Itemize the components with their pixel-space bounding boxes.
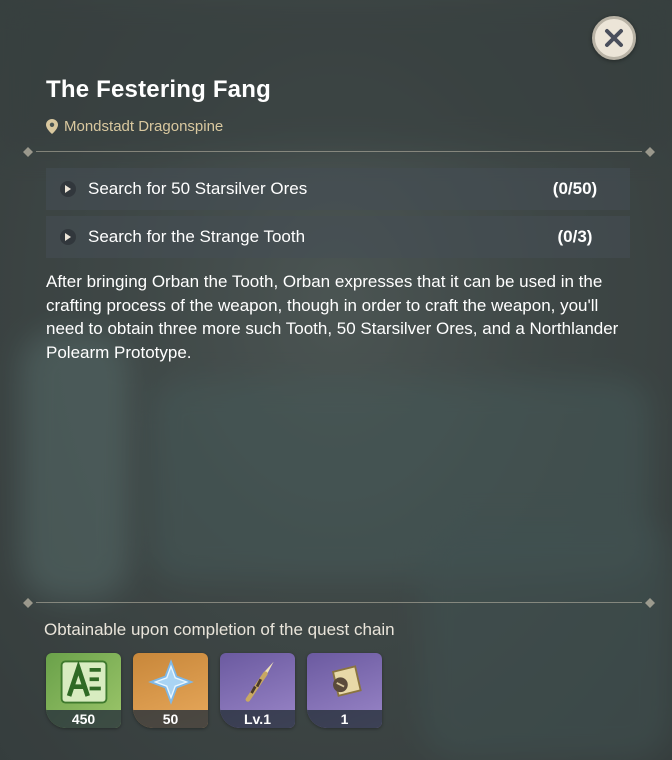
reward-quantity: Lv.1: [220, 710, 295, 728]
primogem-icon: [133, 653, 208, 710]
objective-label: Search for 50 Starsilver Ores: [88, 179, 308, 198]
reward-item[interactable]: 50: [133, 653, 208, 728]
rewards-label: Obtainable upon completion of the quest …: [44, 620, 395, 639]
quest-location: Mondstadt Dragonspine: [46, 118, 223, 135]
background-overlay: [0, 0, 672, 760]
close-button[interactable]: [592, 16, 636, 60]
header-divider: [22, 146, 656, 158]
chevron-right-icon: [60, 229, 76, 245]
adventure-exp-icon: [46, 653, 121, 710]
map-pin-icon: [46, 119, 58, 134]
reward-quantity: 450: [46, 710, 121, 728]
reward-item[interactable]: 1: [307, 653, 382, 728]
objective-item[interactable]: Search for the Strange Tooth (0/3): [46, 216, 630, 258]
close-x-icon: [605, 29, 623, 47]
polearm-icon: [220, 653, 295, 710]
quest-title: The Festering Fang: [46, 76, 271, 103]
objective-progress: (0/50): [552, 179, 598, 198]
objective-item[interactable]: Search for 50 Starsilver Ores (0/50): [46, 168, 630, 210]
reward-item[interactable]: 450: [46, 653, 121, 728]
reward-quantity: 1: [307, 710, 382, 728]
objective-progress: (0/3): [557, 227, 593, 246]
reward-quantity: 50: [133, 710, 208, 728]
reward-item[interactable]: Lv.1: [220, 653, 295, 728]
location-label: Mondstadt Dragonspine: [64, 118, 224, 135]
crafting-material-icon: [307, 653, 382, 710]
chevron-right-icon: [60, 181, 76, 197]
rewards-divider: [22, 597, 656, 609]
objective-label: Search for the Strange Tooth: [88, 227, 306, 246]
quest-description: After bringing Orban the Tooth, Orban ex…: [46, 272, 619, 362]
